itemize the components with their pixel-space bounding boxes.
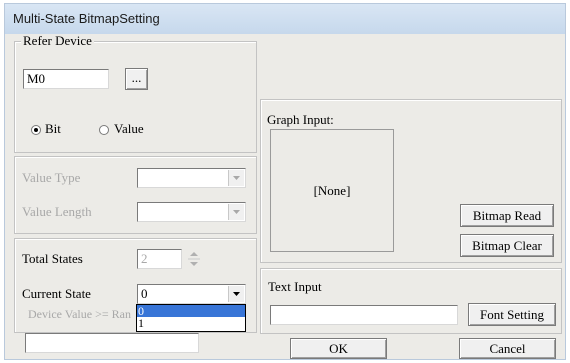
title-bar: Multi-State BitmapSetting: [5, 4, 565, 34]
ok-button[interactable]: OK: [290, 338, 387, 359]
value-type-select[interactable]: [137, 168, 246, 188]
graph-input-group: Graph Input: [None] Bitmap Read Bitmap C…: [260, 99, 562, 263]
text-input-field[interactable]: [270, 305, 458, 325]
value-length-select[interactable]: [137, 202, 246, 222]
font-setting-button[interactable]: Font Setting: [468, 303, 556, 326]
value-radio[interactable]: [99, 125, 109, 135]
browse-device-button[interactable]: ...: [125, 68, 148, 90]
chevron-down-icon: [228, 170, 244, 186]
total-states-field[interactable]: 2: [137, 249, 182, 269]
chevron-down-icon: [228, 204, 244, 220]
value-radio-label: Value: [114, 121, 144, 136]
bitmap-read-button[interactable]: Bitmap Read: [460, 204, 554, 227]
bitmap-preview-text: [None]: [313, 183, 351, 198]
device-address-field[interactable]: M0: [23, 69, 109, 89]
refer-device-legend: Refer Device: [21, 33, 94, 48]
current-state-select[interactable]: 0: [137, 284, 246, 304]
current-state-selected: 0: [141, 286, 148, 301]
dropdown-option[interactable]: 1: [137, 317, 245, 329]
refer-device-group: Refer Device M0 ... Bit Value: [14, 34, 257, 153]
device-value-label: Device Value >= Ran: [28, 307, 131, 321]
text-input-group: Text Input Font Setting: [260, 268, 562, 334]
bitmap-clear-button[interactable]: Bitmap Clear: [460, 234, 554, 257]
bit-radio-label: Bit: [45, 121, 61, 136]
bit-radio[interactable]: [31, 125, 41, 135]
chevron-down-icon: [228, 286, 244, 302]
device-value-field[interactable]: [25, 333, 199, 353]
dropdown-option[interactable]: 0: [137, 305, 245, 317]
current-state-label: Current State: [22, 286, 91, 301]
cancel-button[interactable]: Cancel: [459, 338, 556, 359]
value-length-label: Value Length: [22, 204, 92, 219]
total-states-label: Total States: [22, 251, 83, 266]
value-settings-group: Value Type Value Length: [14, 156, 257, 234]
text-input-legend: Text Input: [268, 279, 322, 294]
graph-input-legend: Graph Input:: [267, 112, 334, 127]
current-state-dropdown[interactable]: 0 1: [136, 304, 246, 332]
dialog-window: Multi-State BitmapSetting Refer Device M…: [4, 3, 566, 360]
bitmap-preview: [None]: [270, 129, 394, 252]
total-states-spinner[interactable]: [187, 249, 201, 269]
value-type-label: Value Type: [22, 170, 81, 185]
dialog-title: Multi-State BitmapSetting: [13, 11, 160, 26]
